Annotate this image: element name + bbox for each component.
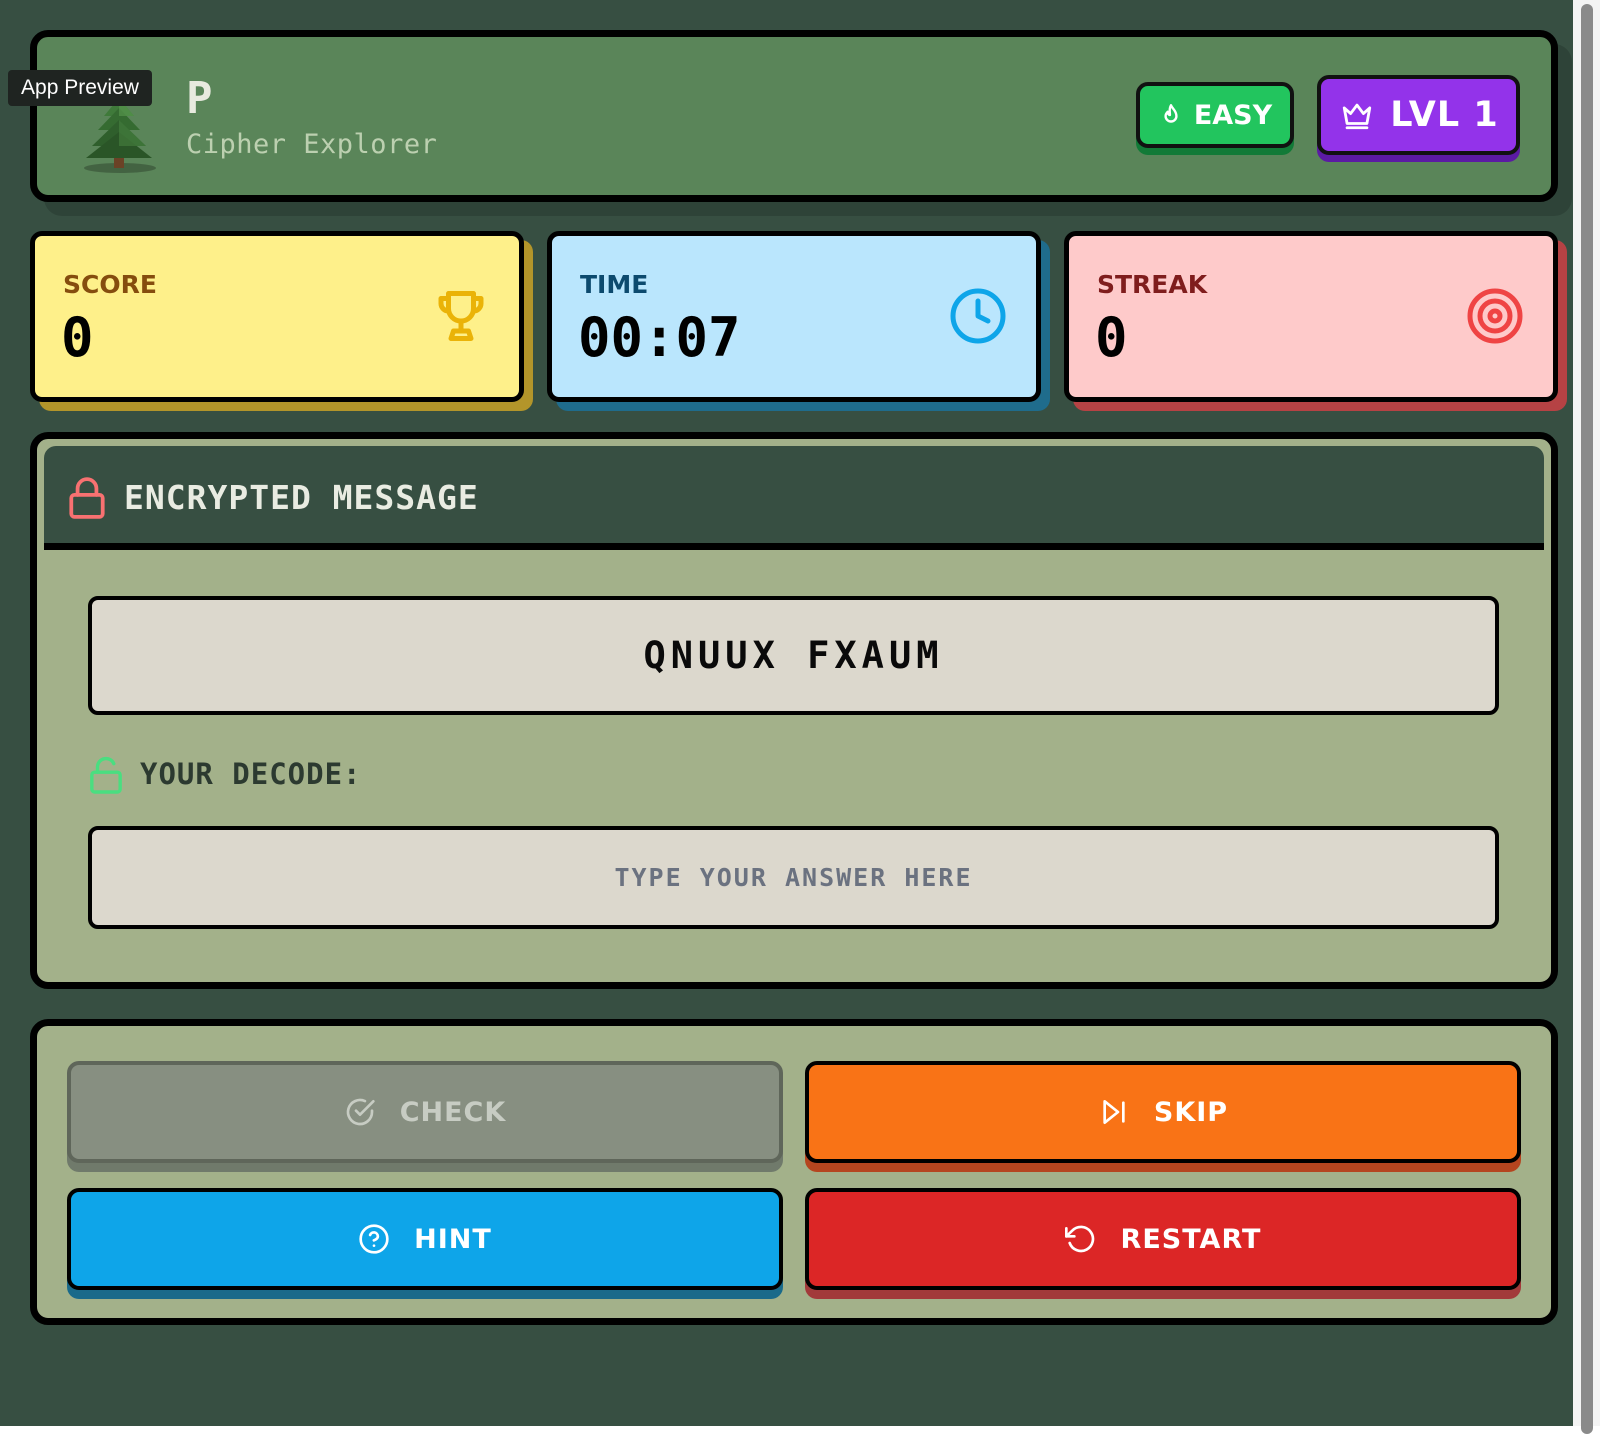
skip-label: SKIP [1153, 1096, 1229, 1128]
restart-label: RESTART [1120, 1223, 1262, 1255]
app-subtitle: Cipher Explorer [186, 129, 438, 160]
help-circle-icon [359, 1224, 389, 1254]
scrollbar-thumb[interactable] [1581, 4, 1593, 1434]
score-value: 0 [61, 306, 94, 369]
streak-label: STREAK [1097, 270, 1208, 299]
flame-icon [1164, 104, 1178, 123]
actions-panel: CHECK SKIP HINT RESTART [30, 1019, 1558, 1325]
skip-button[interactable]: SKIP [805, 1061, 1521, 1163]
hint-label: HINT [414, 1223, 492, 1255]
cipher-text: QNUUX FXAUM [88, 596, 1499, 715]
difficulty-label: EASY [1193, 99, 1273, 131]
target-icon [1467, 288, 1523, 344]
message-panel: ENCRYPTED MESSAGE QNUUX FXAUM YOUR DECOD… [30, 432, 1558, 989]
restart-button[interactable]: RESTART [805, 1188, 1521, 1290]
time-value: 00:07 [578, 306, 741, 369]
unlock-icon [90, 756, 122, 794]
streak-card: STREAK 0 [1064, 231, 1558, 402]
rotate-ccw-icon [1064, 1225, 1094, 1253]
score-label: SCORE [63, 270, 157, 299]
answer-input[interactable] [88, 826, 1499, 929]
trophy-icon [438, 291, 484, 341]
decode-label: YOUR DECODE: [140, 757, 362, 791]
level-badge: LVL 1 [1317, 75, 1520, 155]
app-title: P [186, 73, 213, 124]
skip-forward-icon [1103, 1100, 1125, 1124]
time-label: TIME [580, 270, 649, 299]
time-card: TIME 00:07 [547, 231, 1041, 402]
difficulty-badge[interactable]: EASY [1136, 82, 1294, 148]
app-preview-tooltip: App Preview [8, 70, 152, 106]
streak-value: 0 [1095, 306, 1128, 369]
check-label: CHECK [399, 1096, 507, 1128]
message-title: ENCRYPTED MESSAGE [124, 478, 479, 517]
check-button[interactable]: CHECK [67, 1061, 783, 1163]
message-header: ENCRYPTED MESSAGE [44, 446, 1544, 550]
check-circle-icon [346, 1098, 375, 1126]
clock-icon [950, 288, 1006, 344]
level-label: LVL 1 [1390, 95, 1499, 135]
crown-icon [1343, 103, 1372, 130]
pine-tree-icon [84, 98, 156, 173]
hint-button[interactable]: HINT [67, 1188, 783, 1290]
lock-icon [69, 477, 105, 519]
score-card: SCORE 0 [30, 231, 524, 402]
